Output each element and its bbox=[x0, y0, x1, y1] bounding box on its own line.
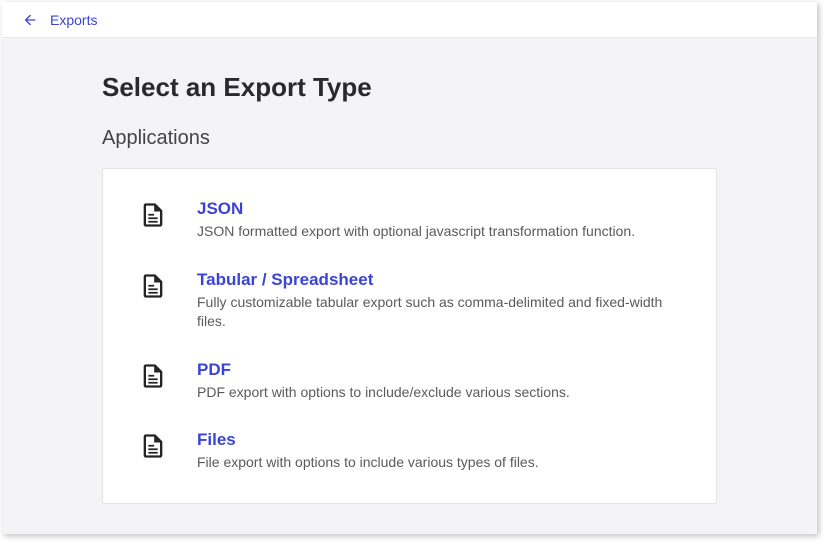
back-link[interactable]: Exports bbox=[22, 12, 97, 28]
option-text: PDF PDF export with options to include/e… bbox=[197, 360, 680, 403]
section-heading: Applications bbox=[102, 127, 717, 150]
back-arrow-icon bbox=[22, 12, 38, 28]
option-text: Files File export with options to includ… bbox=[197, 430, 680, 473]
option-text: Tabular / Spreadsheet Fully customizable… bbox=[197, 270, 680, 332]
content-area: Select an Export Type Applications JSON … bbox=[2, 38, 817, 534]
option-title[interactable]: PDF bbox=[197, 360, 680, 380]
export-option-pdf[interactable]: PDF PDF export with options to include/e… bbox=[139, 346, 680, 417]
document-icon bbox=[139, 272, 167, 300]
option-description: File export with options to include vari… bbox=[197, 453, 680, 473]
option-text: JSON JSON formatted export with optional… bbox=[197, 199, 680, 242]
option-description: JSON formatted export with optional java… bbox=[197, 222, 680, 242]
option-title[interactable]: Tabular / Spreadsheet bbox=[197, 270, 680, 290]
option-description: PDF export with options to include/exclu… bbox=[197, 383, 680, 403]
export-option-files[interactable]: Files File export with options to includ… bbox=[139, 416, 680, 473]
option-title[interactable]: JSON bbox=[197, 199, 680, 219]
document-icon bbox=[139, 201, 167, 229]
back-link-label: Exports bbox=[50, 12, 97, 28]
option-description: Fully customizable tabular export such a… bbox=[197, 293, 680, 332]
export-option-tabular[interactable]: Tabular / Spreadsheet Fully customizable… bbox=[139, 256, 680, 346]
document-icon bbox=[139, 362, 167, 390]
page-title: Select an Export Type bbox=[102, 72, 717, 103]
header-bar: Exports bbox=[2, 2, 817, 38]
export-option-json[interactable]: JSON JSON formatted export with optional… bbox=[139, 199, 680, 256]
export-options-card: JSON JSON formatted export with optional… bbox=[102, 168, 717, 504]
option-title[interactable]: Files bbox=[197, 430, 680, 450]
document-icon bbox=[139, 432, 167, 460]
